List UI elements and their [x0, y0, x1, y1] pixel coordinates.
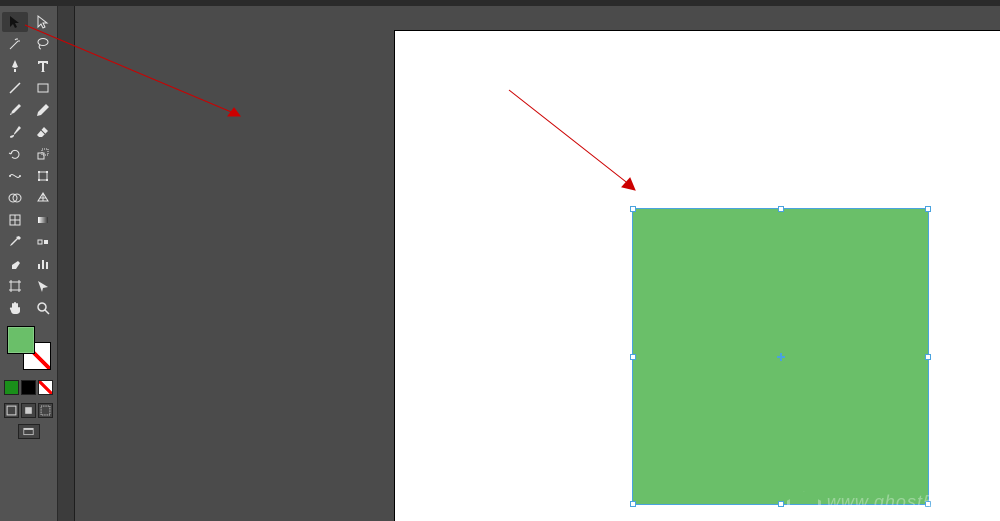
selection-tool[interactable] [2, 12, 28, 32]
handle-sw[interactable] [630, 501, 636, 507]
artboard-tool[interactable] [2, 276, 28, 296]
blend-tool[interactable] [30, 232, 56, 252]
perspective-tool[interactable] [30, 188, 56, 208]
center-mark [778, 354, 784, 360]
draw-normal[interactable] [4, 403, 19, 418]
gradient-tool[interactable] [30, 210, 56, 230]
fill-stroke-swatch[interactable] [7, 326, 51, 370]
scale-tool[interactable] [30, 144, 56, 164]
color-chip-none[interactable] [38, 380, 53, 395]
magic-wand-tool[interactable] [2, 34, 28, 54]
eyedropper-tool[interactable] [2, 232, 28, 252]
handle-e[interactable] [925, 354, 931, 360]
toolbox [0, 6, 58, 521]
line-tool[interactable] [2, 78, 28, 98]
handle-w[interactable] [630, 354, 636, 360]
workspace [75, 6, 1000, 521]
hand-tool[interactable] [2, 298, 28, 318]
handle-n[interactable] [778, 206, 784, 212]
rectangle-tool[interactable] [30, 78, 56, 98]
type-tool[interactable] [30, 56, 56, 76]
color-chip-solid[interactable] [4, 380, 19, 395]
handle-ne[interactable] [925, 206, 931, 212]
color-chip-gradient[interactable] [21, 380, 36, 395]
screen-mode-button-row [18, 424, 40, 439]
free-transform-tool[interactable] [30, 166, 56, 186]
watermark: www.ghost580.net [787, 489, 990, 515]
lasso-tool[interactable] [30, 34, 56, 54]
paintbrush-tool[interactable] [2, 100, 28, 120]
handle-s[interactable] [778, 501, 784, 507]
pencil-tool[interactable] [30, 100, 56, 120]
collapsed-panel-strip[interactable] [58, 6, 75, 521]
screen-mode-row [4, 403, 53, 418]
slice-tool[interactable] [30, 276, 56, 296]
pen-tool[interactable] [2, 56, 28, 76]
blob-brush-tool[interactable] [2, 122, 28, 142]
rotate-tool[interactable] [2, 144, 28, 164]
mesh-tool[interactable] [2, 210, 28, 230]
selection-bounds [632, 208, 929, 505]
direct-selection-tool[interactable] [30, 12, 56, 32]
symbol-sprayer-tool[interactable] [2, 254, 28, 274]
shape-builder-tool[interactable] [2, 188, 28, 208]
zoom-tool[interactable] [30, 298, 56, 318]
artboard[interactable] [395, 31, 1000, 521]
graph-tool[interactable] [30, 254, 56, 274]
color-mode-row [4, 380, 53, 395]
draw-behind[interactable] [21, 403, 36, 418]
fill-swatch[interactable] [7, 326, 35, 354]
watermark-logo-icon [787, 489, 821, 515]
eraser-tool[interactable] [30, 122, 56, 142]
handle-nw[interactable] [630, 206, 636, 212]
screen-mode-button[interactable] [18, 424, 40, 439]
width-tool[interactable] [2, 166, 28, 186]
watermark-text: www.ghost580.net [827, 492, 990, 513]
draw-inside[interactable] [38, 403, 53, 418]
